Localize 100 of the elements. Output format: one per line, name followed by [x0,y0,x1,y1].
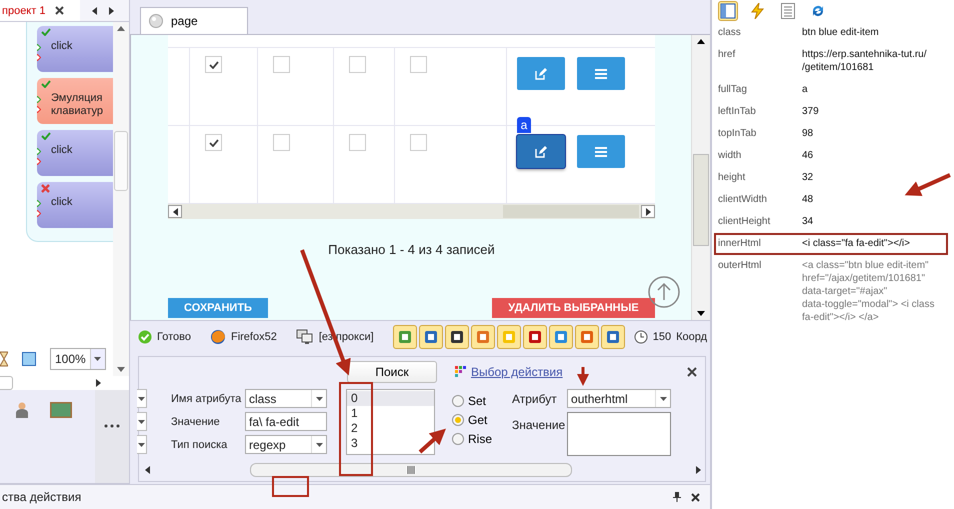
scroll-thumb[interactable] [250,463,572,477]
list-item[interactable]: 2 [347,421,434,436]
mode-radio[interactable]: Get [452,413,492,427]
list-item[interactable]: 1 [347,406,434,421]
page-tab[interactable]: page [140,7,248,34]
toolbar-button[interactable] [600,325,625,349]
scroll-thumb[interactable] [693,154,709,246]
property-name: fullTag [718,83,747,96]
property-name: outerHtml [718,259,762,273]
edit-icon [535,68,547,80]
action-node[interactable]: Эмуляция клавиатур [37,78,113,124]
person-icon[interactable] [16,402,28,418]
scroll-right-icon[interactable] [109,6,114,14]
more-icon [104,424,120,428]
property-name: innerHtml [718,237,761,250]
toolbar-button[interactable] [418,325,443,349]
checkbox[interactable] [410,56,427,73]
scroll-right-icon[interactable] [646,208,650,216]
horizontal-scrollbar[interactable] [168,204,655,219]
checkbox[interactable] [273,134,290,151]
scroll-up-icon[interactable] [697,39,705,44]
dropdown-stub[interactable] [137,389,147,408]
action-node[interactable]: click [37,26,113,72]
scroll-down-icon[interactable] [697,311,705,316]
close-button[interactable] [687,367,697,377]
radio-circle[interactable] [452,414,464,426]
scroll-left-icon[interactable] [172,208,178,216]
radio-circle[interactable] [452,433,464,445]
list-item[interactable]: 3 [347,436,434,451]
property-name: href [718,48,736,62]
scroll-left-icon[interactable] [145,466,150,474]
lightning-icon [751,3,765,19]
menu-button[interactable] [577,57,625,90]
close-icon[interactable] [691,492,700,502]
check-icon [208,138,218,146]
value-field[interactable] [567,412,672,456]
zoom-combo[interactable]: 100% [50,348,106,370]
menu-button[interactable] [577,135,625,168]
checkbox[interactable] [349,134,366,151]
checkbox[interactable] [205,56,222,73]
checkbox[interactable] [410,134,427,151]
radio-circle[interactable] [452,395,464,407]
tool-icon [578,329,595,345]
toolbar-button[interactable] [522,325,547,349]
scroll-thumb[interactable] [114,131,128,191]
text-field[interactable]: fa\ fa-edit [245,412,327,431]
dropdown-field[interactable]: regexp [245,435,327,454]
toolbar-button[interactable] [444,325,469,349]
mode-radio[interactable]: Rise [452,432,492,446]
coordinates-label: Коорд [676,331,707,343]
browser-globe-icon [210,329,226,345]
scroll-right-icon[interactable] [696,466,701,474]
hourglass-icon[interactable] [0,351,8,367]
dropdown-field[interactable]: outherhtml [567,389,672,408]
horizontal-scrollbar[interactable] [0,376,129,390]
checkbox[interactable] [205,134,222,151]
action-node[interactable]: click [37,130,113,176]
project-tab[interactable]: проект 1 [0,0,80,21]
dropdown-stub[interactable] [137,412,147,431]
checkbox[interactable] [349,56,366,73]
tool-icon [526,329,543,345]
status-text: Firefox52 [230,331,277,343]
list-item[interactable]: 0 [347,391,434,406]
property-value: 34 [802,215,814,228]
inspector-tool-button[interactable] [718,1,738,21]
field-label: Тип поиска [171,438,228,450]
scroll-left-icon[interactable] [92,6,97,14]
scroll-to-top-icon[interactable] [648,276,680,308]
search-button[interactable]: Поиск [347,361,437,383]
status-text: [ез прокси] [318,331,374,343]
vertical-scrollbar[interactable] [691,35,710,320]
inspector-tool-button[interactable] [778,1,798,21]
window-icon[interactable] [22,352,36,366]
property-value: 98 [802,127,814,140]
checkbox[interactable] [273,56,290,73]
field-label: Значение [171,416,221,428]
vertical-scrollbar[interactable] [113,22,129,376]
dropdown-caret-icon [138,442,145,446]
dropdown-stub[interactable] [137,435,147,454]
tool-icon [448,329,465,345]
edit-button[interactable] [517,135,565,168]
tool-icon [552,329,569,345]
close-icon[interactable] [55,6,64,15]
scroll-right-icon[interactable] [96,379,101,387]
dropdown-field[interactable]: class [245,389,327,408]
delete-selected-button[interactable]: УДАЛИТЬ ВЫБРАННЫЕ [492,298,655,318]
property-name: class [718,26,741,39]
property-name: clientWidth [718,193,767,206]
pin-icon[interactable] [673,492,681,502]
edit-button[interactable] [517,57,565,90]
scroll-thumb[interactable] [503,205,639,218]
results-list[interactable]: 0 1 2 3 [346,389,435,455]
dropdown-caret-icon [138,396,145,400]
mode-radio[interactable]: Set [452,394,492,408]
property-value: <a class="btn blue edit-item" href="/ajax/getitem/101681" data-target="#ajax" data-toggle="modal"> <i class fa-edit"></i> </a> [802,259,934,324]
edit-icon [535,146,547,158]
action-choice-link[interactable]: Выбор действия [455,365,563,379]
annotation-arrow [577,367,589,386]
status-text: Готово [157,331,191,343]
action-node[interactable]: click [37,182,113,228]
